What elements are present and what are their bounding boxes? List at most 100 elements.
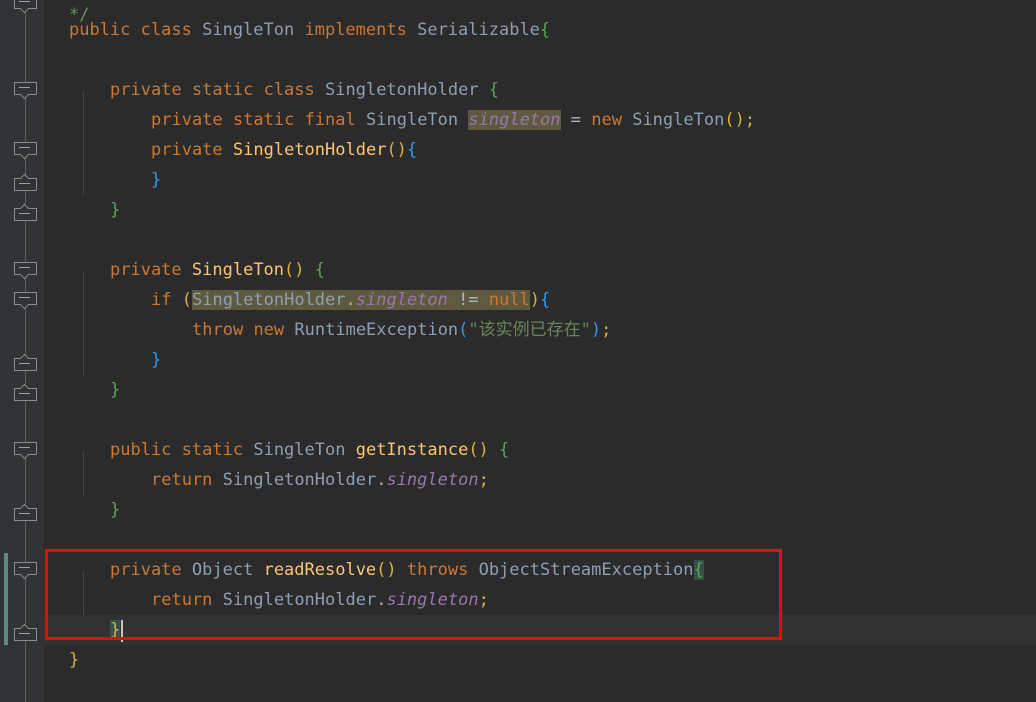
fold-end-icon[interactable] [14,202,37,221]
ide-editor-window: */public class SingleTon implements Seri… [0,0,1036,702]
fold-marker-tip [18,274,31,281]
gutter-spine-line [25,0,26,702]
code-line[interactable]: public static SingleTon getInstance() { [110,435,509,465]
code-token: private [151,110,223,130]
code-line[interactable]: private SingletonHolder(){ [151,135,417,165]
code-line[interactable]: } [151,165,161,195]
fold-minus-icon [19,87,30,88]
fold-end-icon[interactable] [14,172,37,191]
fold-start-icon[interactable] [14,0,37,15]
fold-minus-icon [19,447,30,448]
code-token: SingleTon [202,20,295,40]
fold-start-icon[interactable] [14,562,37,581]
indent-guide [83,272,84,375]
fold-minus-icon [19,1,30,2]
fold-minus-icon [19,297,30,298]
code-token: singleton [386,590,479,610]
code-line[interactable]: } [110,615,121,645]
code-token: } [69,650,80,670]
fold-marker-body [14,208,37,221]
code-token: singleton [355,290,448,310]
code-token: SingleTon [191,260,285,280]
fold-marker-tip [18,622,31,629]
code-token: { [314,260,326,280]
code-line[interactable]: return SingletonHolder.singleton; [151,585,489,615]
fold-start-icon[interactable] [14,292,37,311]
fold-minus-icon [19,183,30,184]
code-token: SingleTon [366,110,459,130]
code-token: SingleTon [632,110,725,130]
code-line[interactable]: private static final SingleTon singleton… [151,105,755,135]
fold-end-icon[interactable] [14,622,37,641]
code-token: public [69,20,131,40]
code-token: ; [478,470,489,490]
code-token: SingletonHolder [222,470,377,490]
code-token: () [386,140,407,160]
code-token: SingletonHolder [232,140,387,160]
code-token: . [376,470,387,490]
code-line[interactable]: } [110,195,120,225]
fold-start-icon[interactable] [14,262,37,281]
code-token: { [488,80,500,100]
code-line[interactable]: private Object readResolve() throws Obje… [110,555,704,585]
fold-marker-tip [18,502,31,509]
code-line[interactable]: } [110,375,120,405]
fold-marker-body [14,388,37,401]
code-line[interactable]: } [69,645,79,675]
code-token: public [110,440,172,460]
code-token: } [151,170,162,190]
code-token: ) [529,290,541,310]
fold-end-icon[interactable] [14,352,37,371]
fold-end-icon[interactable] [14,502,37,521]
code-line[interactable]: private SingleTon() { [110,255,325,285]
fold-marker-tip [18,8,31,15]
code-editor-area[interactable]: */public class SingleTon implements Seri… [44,0,1036,702]
code-token: () [724,110,745,130]
fold-start-icon[interactable] [14,142,37,161]
fold-minus-icon [19,513,30,514]
fold-end-icon[interactable] [14,382,37,401]
fold-minus-icon [19,633,30,634]
code-token: { [406,140,418,160]
code-line[interactable]: } [110,495,120,525]
code-token: "该实例已存在" [468,320,591,340]
code-token: SingletonHolder [222,590,377,610]
code-line[interactable]: } [151,345,161,375]
fold-minus-icon [19,363,30,364]
code-line[interactable]: if (SingletonHolder.singleton != null){ [151,285,550,315]
vcs-change-marker[interactable] [4,553,8,645]
code-line[interactable]: private static class SingletonHolder { [110,75,499,105]
code-line[interactable]: throw new RuntimeException("该实例已存在"); [192,315,611,345]
fold-minus-icon [19,147,30,148]
code-line[interactable]: return SingletonHolder.singleton; [151,465,489,495]
fold-start-icon[interactable] [14,82,37,101]
code-token: () [284,260,305,280]
code-token: private [151,140,223,160]
code-token: } [110,500,121,520]
editor-gutter[interactable] [0,0,44,702]
code-line[interactable]: public class SingleTon implements Serial… [69,15,550,45]
fold-start-icon[interactable] [14,442,37,461]
code-token: static [232,110,295,130]
code-token: } [110,380,121,400]
code-token: private [110,80,182,100]
indent-guide [83,572,84,615]
code-token: class [263,80,315,100]
